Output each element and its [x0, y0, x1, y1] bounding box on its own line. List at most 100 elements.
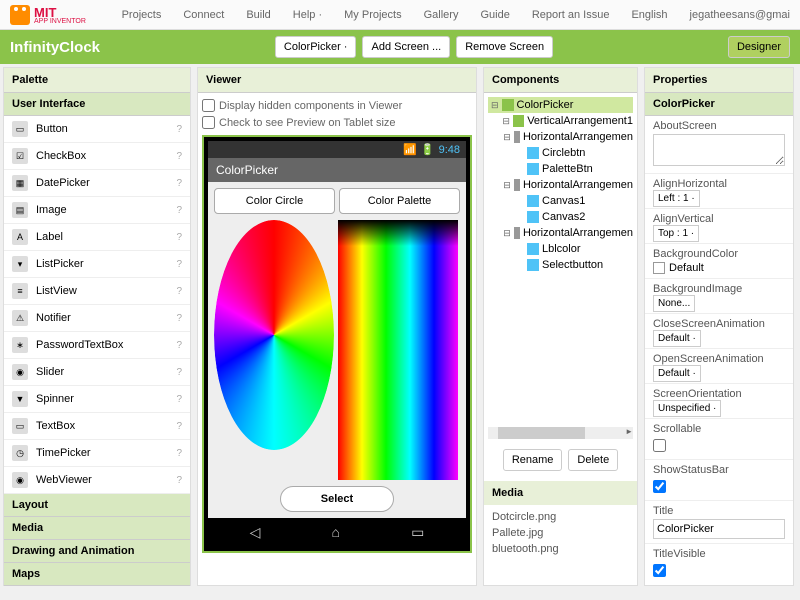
palette-item[interactable]: ∗PasswordTextBox? — [4, 332, 190, 359]
palette-item[interactable]: ⚠Notifier? — [4, 305, 190, 332]
palette-section[interactable]: Layout — [4, 494, 190, 517]
palette-item[interactable]: ◉Slider? — [4, 359, 190, 386]
palette-item[interactable]: ◷TimePicker? — [4, 440, 190, 467]
help-icon[interactable]: ? — [176, 178, 182, 189]
palette-item[interactable]: ▭Button? — [4, 116, 190, 143]
back-icon[interactable]: ◁ — [250, 524, 261, 541]
component-icon: ▾ — [12, 256, 28, 272]
tab-color-palette[interactable]: Color Palette — [339, 188, 460, 214]
designer-button[interactable]: Designer — [728, 36, 790, 58]
expand-icon[interactable]: ⊟ — [503, 132, 511, 143]
select-color-button[interactable]: Select — [280, 486, 394, 512]
help-icon[interactable]: ? — [176, 151, 182, 162]
nav-item[interactable]: Gallery — [424, 9, 459, 21]
property-select[interactable]: Default · — [653, 365, 701, 382]
palette-item[interactable]: ALabel? — [4, 224, 190, 251]
palette-item-label: PasswordTextBox — [36, 339, 123, 351]
help-icon[interactable]: ? — [176, 124, 182, 135]
expand-icon[interactable]: ⊟ — [491, 100, 499, 111]
property-color[interactable]: Default — [653, 262, 785, 274]
nav-item[interactable]: English — [631, 9, 667, 21]
phone-status-bar: 📶 🔋 9:48 — [208, 141, 466, 158]
recent-icon[interactable]: ▭ — [411, 524, 424, 541]
nav-item[interactable]: Projects — [122, 9, 162, 21]
rename-button[interactable]: Rename — [503, 449, 563, 471]
palette-item[interactable]: ☑CheckBox? — [4, 143, 190, 170]
property-label: TitleVisible — [653, 548, 785, 560]
tree-item[interactable]: ⊟HorizontalArrangemen — [488, 129, 633, 145]
tree-item[interactable]: PaletteBtn — [488, 161, 633, 177]
help-icon[interactable]: ? — [176, 340, 182, 351]
tree-item-label: Lblcolor — [542, 243, 581, 255]
nav-item[interactable]: Report an Issue — [532, 9, 610, 21]
nav-item[interactable]: Help · — [293, 9, 322, 21]
help-icon[interactable]: ? — [176, 394, 182, 405]
property-checkbox[interactable] — [653, 480, 666, 493]
main: Palette User Interface ▭Button?☑CheckBox… — [0, 64, 800, 589]
media-item[interactable]: Dotcircle.png — [492, 509, 629, 525]
nav-item[interactable]: Guide — [480, 9, 509, 21]
palette-section-ui[interactable]: User Interface — [4, 93, 190, 116]
expand-icon[interactable]: ⊟ — [503, 228, 511, 239]
help-icon[interactable]: ? — [176, 259, 182, 270]
palette-item[interactable]: ▼Spinner? — [4, 386, 190, 413]
property-select[interactable]: None... — [653, 295, 695, 312]
nav-item[interactable]: Build — [246, 9, 270, 21]
delete-button[interactable]: Delete — [568, 449, 618, 471]
property-select[interactable]: Default · — [653, 330, 701, 347]
palette-item[interactable]: ◉WebViewer? — [4, 467, 190, 494]
help-icon[interactable]: ? — [176, 313, 182, 324]
tree-item[interactable]: Canvas2 — [488, 209, 633, 225]
palette-item[interactable]: ▭TextBox? — [4, 413, 190, 440]
tree-item[interactable]: ⊟HorizontalArrangemen — [488, 225, 633, 241]
palette-item[interactable]: ▦DatePicker? — [4, 170, 190, 197]
nav-item[interactable]: Connect — [183, 9, 224, 21]
media-item[interactable]: bluetooth.png — [492, 541, 629, 557]
palette-section[interactable]: Drawing and Animation — [4, 540, 190, 563]
property-textarea[interactable] — [653, 134, 785, 166]
home-icon[interactable]: ⌂ — [332, 524, 340, 541]
help-icon[interactable]: ? — [176, 448, 182, 459]
help-icon[interactable]: ? — [176, 232, 182, 243]
nav-item[interactable]: My Projects — [344, 9, 401, 21]
property-select[interactable]: Unspecified · — [653, 400, 721, 417]
tree-item[interactable]: Circlebtn — [488, 145, 633, 161]
add-screen-button[interactable]: Add Screen ... — [362, 36, 450, 58]
tree-item[interactable]: Selectbutton — [488, 257, 633, 273]
horizontal-scrollbar[interactable] — [488, 427, 633, 439]
media-item[interactable]: Pallete.jpg — [492, 525, 629, 541]
component-icon: ▦ — [12, 175, 28, 191]
expand-icon[interactable]: ⊟ — [502, 116, 510, 127]
tablet-preview-checkbox[interactable]: Check to see Preview on Tablet size — [202, 114, 472, 131]
help-icon[interactable]: ? — [176, 367, 182, 378]
property-select[interactable]: Left : 1 · — [653, 190, 700, 207]
help-icon[interactable]: ? — [176, 421, 182, 432]
property-row: BackgroundImageNone... — [645, 279, 793, 314]
help-icon[interactable]: ? — [176, 205, 182, 216]
screen-dropdown[interactable]: ColorPicker · — [275, 36, 357, 58]
property-input[interactable] — [653, 519, 785, 539]
expand-icon[interactable]: ⊟ — [503, 180, 511, 191]
tree-item[interactable]: ⊟ColorPicker — [488, 97, 633, 113]
palette-item[interactable]: ≡ListView? — [4, 278, 190, 305]
palette-section[interactable]: Media — [4, 517, 190, 540]
help-icon[interactable]: ? — [176, 475, 182, 486]
tab-color-circle[interactable]: Color Circle — [214, 188, 335, 214]
tree-item[interactable]: Lblcolor — [488, 241, 633, 257]
color-circle-canvas[interactable] — [214, 220, 334, 450]
tree-item[interactable]: ⊟VerticalArrangement1 — [488, 113, 633, 129]
property-checkbox[interactable] — [653, 564, 666, 577]
palette-section[interactable]: Maps — [4, 563, 190, 586]
nav-item[interactable]: jegatheesans@gmai — [690, 9, 790, 21]
help-icon[interactable]: ? — [176, 286, 182, 297]
display-hidden-checkbox[interactable]: Display hidden components in Viewer — [202, 97, 472, 114]
tree-item[interactable]: Canvas1 — [488, 193, 633, 209]
property-row: ShowStatusBar — [645, 460, 793, 501]
palette-item[interactable]: ▾ListPicker? — [4, 251, 190, 278]
tree-item[interactable]: ⊟HorizontalArrangemen — [488, 177, 633, 193]
property-select[interactable]: Top : 1 · — [653, 225, 699, 242]
property-checkbox[interactable] — [653, 439, 666, 452]
palette-item[interactable]: ▤Image? — [4, 197, 190, 224]
color-palette-canvas[interactable] — [338, 220, 458, 480]
remove-screen-button[interactable]: Remove Screen — [456, 36, 553, 58]
